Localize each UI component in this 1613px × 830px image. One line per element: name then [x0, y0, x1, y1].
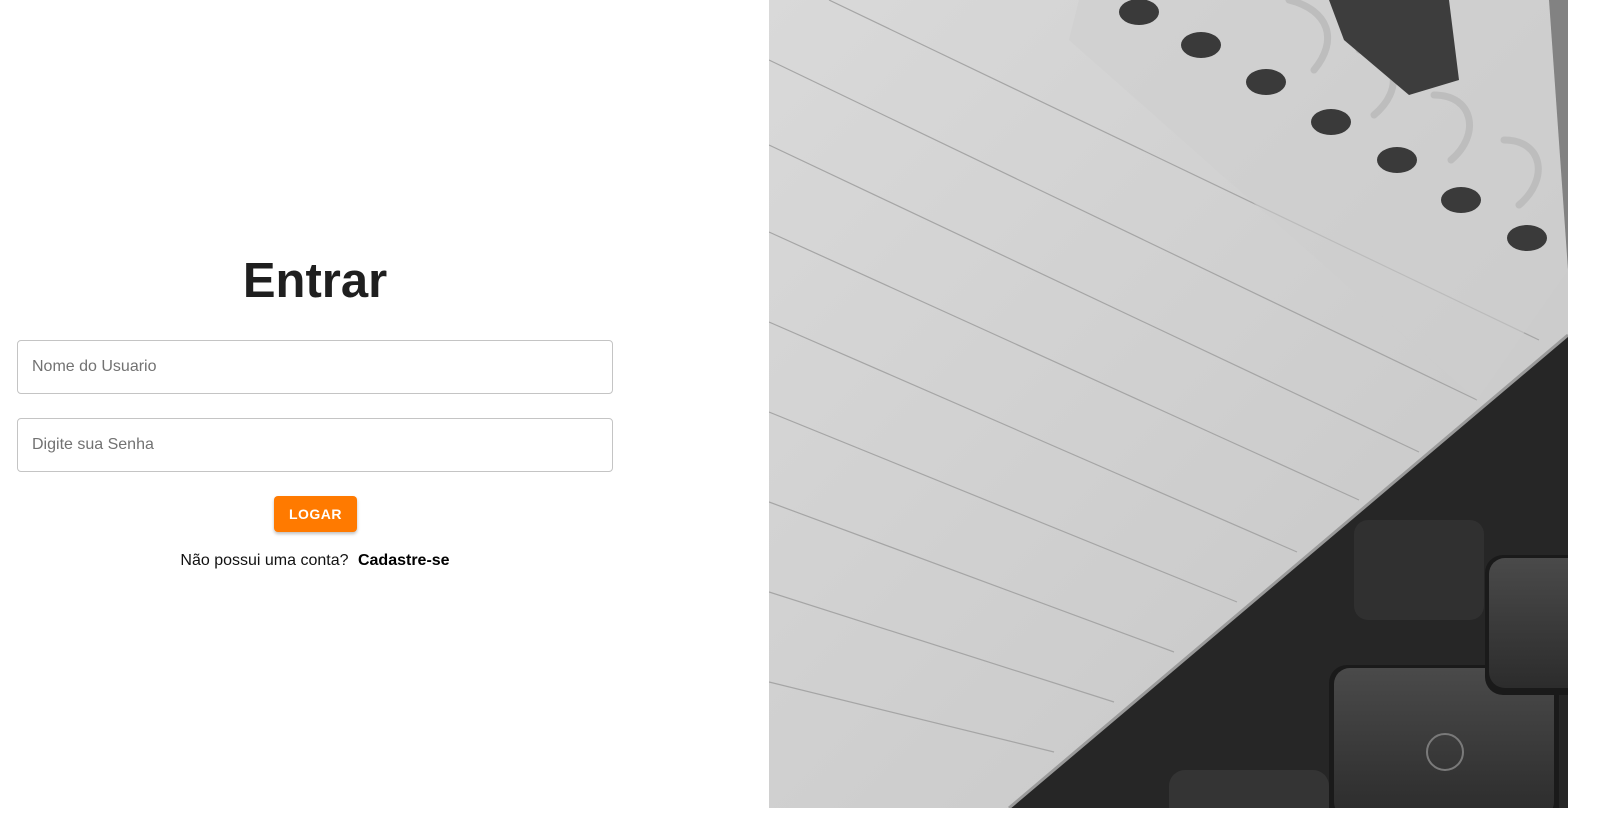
page-title: Entrar: [242, 254, 388, 308]
login-page: Entrar LOGAR Não possui uma conta? Cadas…: [0, 0, 1613, 830]
bottom-margin: [0, 808, 1613, 830]
signup-line: Não possui uma conta? Cadastre-se: [0, 550, 630, 572]
signup-prompt: Não possui uma conta?: [180, 552, 349, 569]
username-input[interactable]: [17, 340, 613, 394]
password-input[interactable]: [17, 418, 613, 472]
photo-illustration: [769, 0, 1568, 808]
login-button[interactable]: LOGAR: [274, 496, 357, 532]
right-margin: [1568, 0, 1613, 830]
signup-link[interactable]: Cadastre-se: [358, 552, 450, 569]
notebook-keyboard-photo: [769, 0, 1568, 808]
login-panel: Entrar LOGAR Não possui uma conta? Cadas…: [0, 0, 769, 830]
